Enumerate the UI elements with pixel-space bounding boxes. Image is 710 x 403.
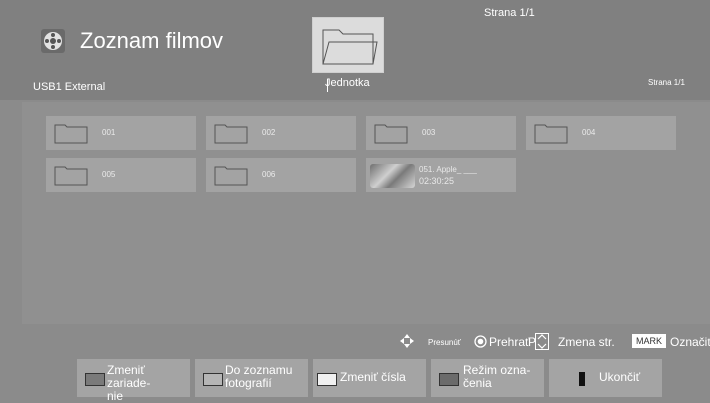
list-item[interactable]: 004 xyxy=(526,116,676,150)
color-key-swatch xyxy=(85,373,105,386)
button-label: Do zoznamu fotografií xyxy=(225,363,293,390)
navigation-arrows-icon xyxy=(400,334,414,348)
mark-key-badge: MARK xyxy=(632,334,666,348)
button-label: Zmeniť zariade-nie xyxy=(107,363,151,403)
ok-button-icon xyxy=(474,335,487,348)
source-device-label: USB1 External xyxy=(33,81,106,93)
button-label: Ukončiť xyxy=(599,370,641,384)
list-item[interactable]: 003 xyxy=(366,116,516,150)
video-title: 051. Apple_ ___ xyxy=(419,165,477,174)
page-indicator-right: Strana 1/1 xyxy=(648,78,685,87)
item-label: 006 xyxy=(262,170,276,179)
color-key-swatch xyxy=(203,373,223,386)
video-thumbnail xyxy=(370,164,415,188)
list-item-video[interactable]: 051. Apple_ ___ 02:30:25 xyxy=(366,158,516,192)
exit-icon xyxy=(579,372,585,386)
button-label: Režim ozna-čenia xyxy=(463,363,531,390)
hint-mark: Označiť xyxy=(670,335,710,349)
item-label: 003 xyxy=(422,128,436,137)
folder-icon xyxy=(214,166,248,186)
change-numbers-button[interactable]: Zmeniť čísla xyxy=(313,359,426,397)
folder-icon xyxy=(534,124,568,144)
list-item[interactable]: 001 xyxy=(46,116,196,150)
change-device-button[interactable]: Zmeniť zariade-nie xyxy=(77,359,190,403)
current-folder-icon xyxy=(312,17,384,73)
folder-path: Jednotka xyxy=(325,77,370,89)
list-item[interactable]: 006 xyxy=(206,158,356,192)
key-hints: Presunúť Prehrať P Zmena str. Označiť xyxy=(0,330,710,352)
list-item[interactable]: 005 xyxy=(46,158,196,192)
item-label: 004 xyxy=(582,128,596,137)
list-item[interactable]: 002 xyxy=(206,116,356,150)
item-label: 002 xyxy=(262,128,276,137)
photo-list-button[interactable]: Do zoznamu fotografií xyxy=(195,359,308,397)
item-label: 001 xyxy=(102,128,116,137)
header-bar: Zoznam filmov Strana 1/1 USB1 External J… xyxy=(0,0,710,100)
video-duration: 02:30:25 xyxy=(419,176,455,186)
folder-icon xyxy=(374,124,408,144)
color-key-swatch xyxy=(439,373,459,386)
hint-play: Prehrať xyxy=(489,335,530,349)
film-reel-icon xyxy=(41,29,65,53)
folder-icon xyxy=(214,124,248,144)
page-title: Zoznam filmov xyxy=(80,28,224,53)
folder-icon xyxy=(322,29,378,65)
page-up-down-icon xyxy=(535,333,549,350)
button-label: Zmeniť čísla xyxy=(340,370,406,384)
hint-move: Presunúť xyxy=(428,338,461,347)
mark-mode-button[interactable]: Režim ozna-čenia xyxy=(431,359,544,397)
exit-button[interactable]: Ukončiť xyxy=(549,359,662,397)
color-key-swatch xyxy=(317,373,337,386)
item-label: 005 xyxy=(102,170,116,179)
media-grid: 001 002 003 004 005 006 051. Apple_ ___ … xyxy=(22,102,710,324)
hint-page-change: Zmena str. xyxy=(558,335,615,349)
folder-icon xyxy=(54,166,88,186)
folder-icon xyxy=(54,124,88,144)
page-indicator-top: Strana 1/1 xyxy=(484,7,535,19)
